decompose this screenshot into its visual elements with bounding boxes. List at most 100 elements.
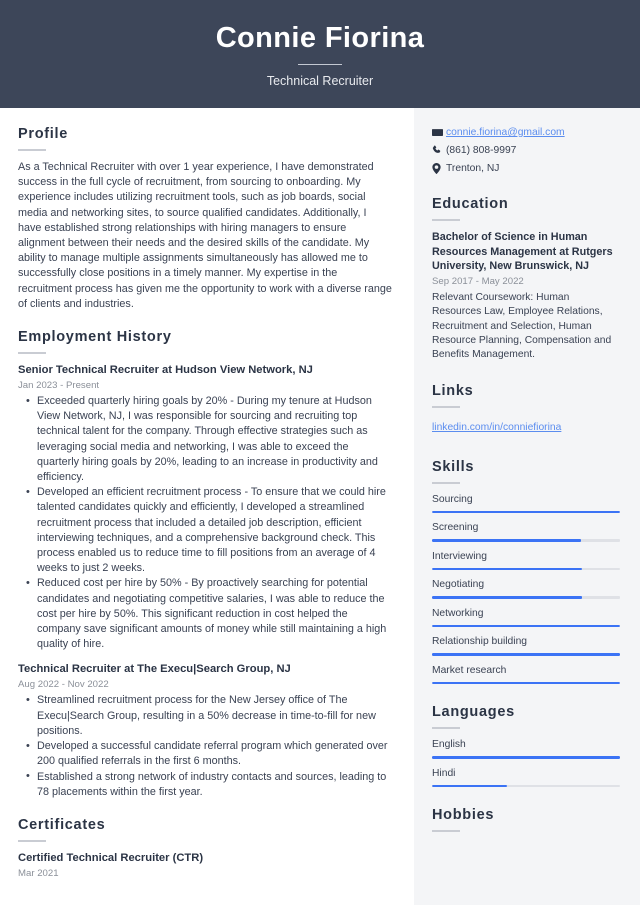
links-list: linkedin.com/in/conniefiorina (432, 417, 620, 439)
main-column: Profile As a Technical Recruiter with ov… (0, 108, 414, 905)
section-rule (432, 830, 460, 833)
section-employment-history: Employment History Senior Technical Recr… (18, 329, 392, 800)
skill-bar-track (432, 596, 620, 599)
education-description: Relevant Coursework: Human Resources Law… (432, 291, 612, 361)
language-row: English (432, 738, 620, 759)
employment-bullet-list: Streamlined recruitment process for the … (18, 693, 392, 799)
section-heading-languages: Languages (432, 704, 515, 721)
section-education: Education Bachelor of Science in Human R… (432, 196, 620, 363)
section-hobbies: Hobbies (432, 807, 620, 833)
skill-bar-fill (432, 510, 620, 514)
education-list: Bachelor of Science in Human Resources M… (432, 230, 620, 363)
skill-label: Screening (432, 522, 479, 534)
contact-list: connie.fiorina@gmail.com (861) 808-9997 Tr… (432, 126, 620, 176)
skill-row: Screening (432, 521, 620, 542)
certificate-entry: Certified Technical Recruiter (CTR) Mar 2… (18, 851, 392, 880)
skill-bar-fill (432, 596, 583, 599)
skill-bar-track (432, 653, 620, 656)
section-skills: Skills Sourcing Screening Interviewing Nego… (432, 459, 620, 685)
employment-bullet: Exceeded quarterly hiring goals by 20% -… (26, 394, 392, 485)
skill-bar-track (432, 539, 620, 542)
education-entry: Bachelor of Science in Human Resources M… (432, 230, 620, 363)
location-icon (432, 162, 446, 174)
employment-job-title: Senior Technical Recruiter at Hudson Vie… (18, 364, 313, 377)
skill-bar-track (432, 624, 620, 628)
employment-bullet-list: Exceeded quarterly hiring goals by 20% -… (18, 394, 392, 652)
resume-body: Profile As a Technical Recruiter with ov… (0, 108, 640, 905)
section-rule (432, 727, 460, 730)
email-icon (432, 126, 446, 138)
section-rule (432, 405, 460, 408)
skill-row: Sourcing (432, 493, 620, 514)
profile-link[interactable]: linkedin.com/in/conniefiorina (432, 421, 561, 435)
skill-bar-fill (432, 681, 620, 685)
header-subtitle: Technical Recruiter (266, 74, 374, 88)
section-certificates: Certificates Certified Technical Recruit… (18, 817, 392, 880)
skill-label: Networking (432, 607, 484, 619)
skill-label: Relationship building (432, 636, 528, 648)
employment-bullet: Reduced cost per hire by 50% - By proact… (26, 576, 392, 652)
employment-bullet: Developed a successful candidate referra… (26, 739, 392, 769)
section-links: Links linkedin.com/in/conniefiorina (432, 383, 620, 439)
certificates-list: Certified Technical Recruiter (CTR) Mar 2… (18, 851, 392, 880)
skill-label: Sourcing (432, 493, 473, 505)
language-row: Hindi (432, 767, 620, 788)
skill-label: Market research (432, 664, 507, 676)
contact-text: (861) 808-9997 (446, 145, 517, 156)
section-languages: Languages English Hindi (432, 704, 620, 788)
contact-text: Trenton, NJ (446, 163, 500, 174)
certificate-title: Certified Technical Recruiter (CTR) (18, 851, 204, 864)
skill-row: Interviewing (432, 550, 620, 571)
section-profile: Profile As a Technical Recruiter with ov… (18, 126, 392, 312)
language-bar-fill (432, 756, 620, 759)
skill-bar-fill (432, 624, 620, 628)
skill-bar-fill (432, 567, 583, 571)
employment-bullet: Established a strong network of industry… (26, 769, 392, 800)
section-heading-hobbies: Hobbies (432, 807, 495, 824)
page-title: Connie Fiorina (215, 22, 425, 54)
skills-list: Sourcing Screening Interviewing Negotiating… (432, 493, 620, 685)
section-heading-links: Links (432, 382, 474, 399)
resume-header: Connie Fiorina Technical Recruiter (0, 0, 640, 108)
skill-row: Networking (432, 607, 620, 628)
section-heading-employment: Employment History (18, 329, 172, 346)
skill-bar-track (432, 681, 620, 685)
language-bar-fill (432, 784, 508, 788)
contact-row[interactable]: connie.fiorina@gmail.com (432, 126, 620, 140)
education-degree: Bachelor of Science in Human Resources M… (432, 231, 613, 273)
skill-bar-track (432, 567, 620, 571)
education-date: Sep 2017 - May 2022 (432, 275, 524, 287)
section-rule (18, 839, 46, 842)
skill-bar-fill (432, 653, 620, 656)
section-rule (432, 219, 460, 221)
languages-list: English Hindi (432, 738, 620, 788)
section-rule (432, 481, 460, 484)
skill-bar-track (432, 510, 620, 514)
section-rule (18, 352, 46, 355)
skill-label: Interviewing (432, 550, 487, 562)
skill-row: Relationship building (432, 635, 620, 656)
employment-bullet: Streamlined recruitment process for the … (26, 693, 392, 739)
section-heading-skills: Skills (432, 458, 475, 475)
skill-bar-fill (432, 539, 581, 542)
phone-icon (432, 144, 446, 155)
contact-row: Trenton, NJ (432, 162, 620, 176)
header-divider (298, 64, 342, 65)
section-heading-certificates: Certificates (18, 816, 106, 833)
language-bar-track (432, 784, 620, 788)
contact-row: (861) 808-9997 (432, 144, 620, 158)
sidebar-column: connie.fiorina@gmail.com (861) 808-9997 Tr… (414, 108, 640, 905)
employment-list: Senior Technical Recruiter at Hudson Vie… (18, 363, 392, 800)
profile-text: As a Technical Recruiter with over 1 yea… (18, 161, 392, 310)
skill-row: Market research (432, 664, 620, 685)
section-heading-profile: Profile (18, 126, 69, 142)
contact-link[interactable]: connie.fiorina@gmail.com (446, 126, 565, 140)
language-label: English (432, 739, 466, 751)
employment-job-date: Aug 2022 - Nov 2022 (18, 679, 109, 691)
certificate-date: Mar 2021 (18, 867, 59, 879)
language-bar-track (432, 756, 620, 759)
skill-row: Negotiating (432, 578, 620, 599)
employment-job-date: Jan 2023 - Present (18, 380, 100, 392)
employment-job-title: Technical Recruiter at The Execu|Search … (18, 663, 291, 676)
employment-entry: Senior Technical Recruiter at Hudson Vie… (18, 363, 392, 652)
